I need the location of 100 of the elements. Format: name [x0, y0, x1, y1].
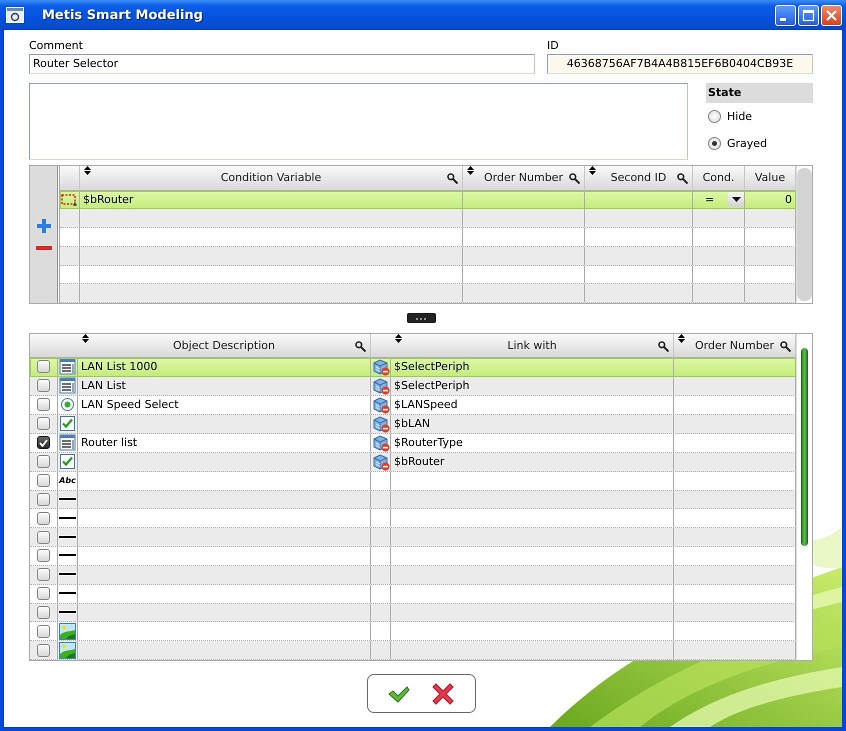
selection-icon — [61, 194, 78, 206]
table-cell: $bRouter — [83, 193, 134, 206]
sort-icon[interactable] — [678, 334, 685, 343]
checkbox[interactable] — [37, 606, 50, 619]
image-icon — [59, 622, 76, 640]
remove-icon[interactable] — [36, 246, 52, 250]
checkbox[interactable] — [37, 624, 50, 638]
cross-icon — [432, 682, 454, 704]
sort-icon[interactable] — [467, 166, 474, 175]
checkbox[interactable] — [37, 568, 50, 582]
cube-icon — [372, 452, 390, 471]
add-icon[interactable] — [36, 218, 52, 234]
table-row[interactable]: Abc — [30, 472, 796, 491]
search-icon[interactable] — [658, 341, 669, 352]
sort-icon[interactable] — [589, 166, 596, 175]
checkbox[interactable] — [37, 512, 50, 525]
checkbox[interactable] — [37, 493, 50, 506]
table-row[interactable]: $bRouter — [30, 452, 796, 472]
table-cell: LAN List 1000 — [81, 360, 158, 374]
list-icon — [59, 434, 76, 452]
line-icon — [59, 554, 76, 558]
checkbox-icon — [60, 454, 75, 470]
column-header: Value — [754, 171, 786, 184]
table-row[interactable]: Router list $RouterType — [30, 434, 796, 453]
cube-icon — [372, 358, 390, 376]
field-label: ID — [547, 39, 559, 53]
table-row[interactable]: $bLAN — [30, 414, 796, 434]
maximize-icon — [802, 8, 815, 22]
table-row[interactable] — [30, 490, 796, 510]
table-cell: $LANSpeed — [394, 398, 458, 412]
line-icon — [59, 536, 76, 539]
table-row[interactable] — [30, 528, 796, 548]
table-cell: LAN List — [81, 379, 126, 392]
table-row[interactable] — [30, 604, 796, 622]
sort-icon[interactable] — [84, 166, 91, 175]
table-row[interactable] — [30, 509, 796, 528]
checkbox[interactable] — [37, 644, 50, 657]
checkbox[interactable] — [37, 530, 50, 544]
line-icon — [59, 573, 76, 576]
radio-label: Grayed — [727, 137, 768, 150]
condition-dropdown[interactable]: = — [693, 191, 744, 208]
column-header: Order Number — [484, 171, 563, 184]
search-icon[interactable] — [569, 173, 580, 184]
table-row[interactable]: $bRouter = 0 — [60, 190, 796, 210]
table-row[interactable] — [30, 584, 796, 604]
table-row[interactable] — [30, 641, 796, 660]
search-icon[interactable] — [355, 341, 366, 352]
table-row[interactable]: LAN List $SelectPeriph — [30, 376, 796, 396]
close-icon — [825, 8, 838, 22]
table-row[interactable] — [30, 622, 796, 642]
column-header: Cond. — [702, 171, 734, 184]
table-cell: $bLAN — [394, 417, 430, 430]
checkbox[interactable] — [37, 587, 50, 600]
table-cell: LAN Speed Select — [81, 398, 179, 412]
minimize-button[interactable] — [775, 4, 796, 26]
maximize-button[interactable] — [798, 4, 819, 26]
radio-button[interactable] — [708, 137, 721, 150]
scrollbar[interactable] — [796, 166, 812, 303]
list-icon — [59, 358, 76, 376]
description-field[interactable] — [29, 83, 688, 160]
image-icon — [59, 642, 76, 659]
table-cell: Router list — [81, 436, 138, 450]
line-icon — [59, 498, 76, 501]
table-cell: $RouterType — [394, 436, 463, 450]
radio-button[interactable] — [708, 110, 721, 123]
list-icon — [59, 377, 76, 394]
search-icon[interactable] — [447, 173, 458, 184]
check-icon — [388, 684, 410, 702]
checkbox[interactable] — [37, 379, 50, 392]
table-row[interactable] — [30, 547, 796, 566]
minimize-icon — [780, 18, 786, 20]
close-button[interactable] — [821, 4, 842, 26]
line-icon — [59, 592, 76, 596]
search-icon[interactable] — [780, 341, 791, 352]
table-row[interactable]: LAN List 1000 $SelectPeriph — [30, 358, 796, 377]
sort-icon[interactable] — [395, 334, 402, 343]
comment-field[interactable]: Router Selector — [29, 54, 535, 74]
cancel-button[interactable] — [430, 680, 456, 706]
id-field[interactable]: 46368756AF7B4A4B815EF6B0404CB93E — [547, 54, 813, 74]
column-header: Condition Variable — [220, 171, 322, 184]
cube-icon — [372, 376, 390, 395]
scrollbar-thumb[interactable] — [801, 348, 808, 546]
text-icon: Abc — [59, 476, 76, 486]
checkbox[interactable] — [37, 474, 50, 488]
table-cell: $SelectPeriph — [394, 360, 470, 374]
section-header: State — [706, 83, 813, 103]
checkbox[interactable] — [37, 398, 50, 412]
table-row[interactable]: LAN Speed Select $LANSpeed — [30, 396, 796, 415]
line-icon — [59, 610, 76, 614]
checkbox[interactable] — [37, 455, 50, 468]
checkbox[interactable] — [37, 360, 50, 374]
cube-icon — [372, 396, 390, 414]
sort-icon[interactable] — [82, 334, 89, 343]
splitter-handle[interactable] — [406, 313, 436, 323]
checkbox[interactable] — [37, 549, 50, 562]
caret-icon — [732, 197, 740, 202]
checkbox[interactable] — [37, 436, 50, 450]
field-label: Comment — [29, 39, 83, 53]
checkbox[interactable] — [37, 417, 50, 430]
search-icon[interactable] — [677, 173, 688, 184]
